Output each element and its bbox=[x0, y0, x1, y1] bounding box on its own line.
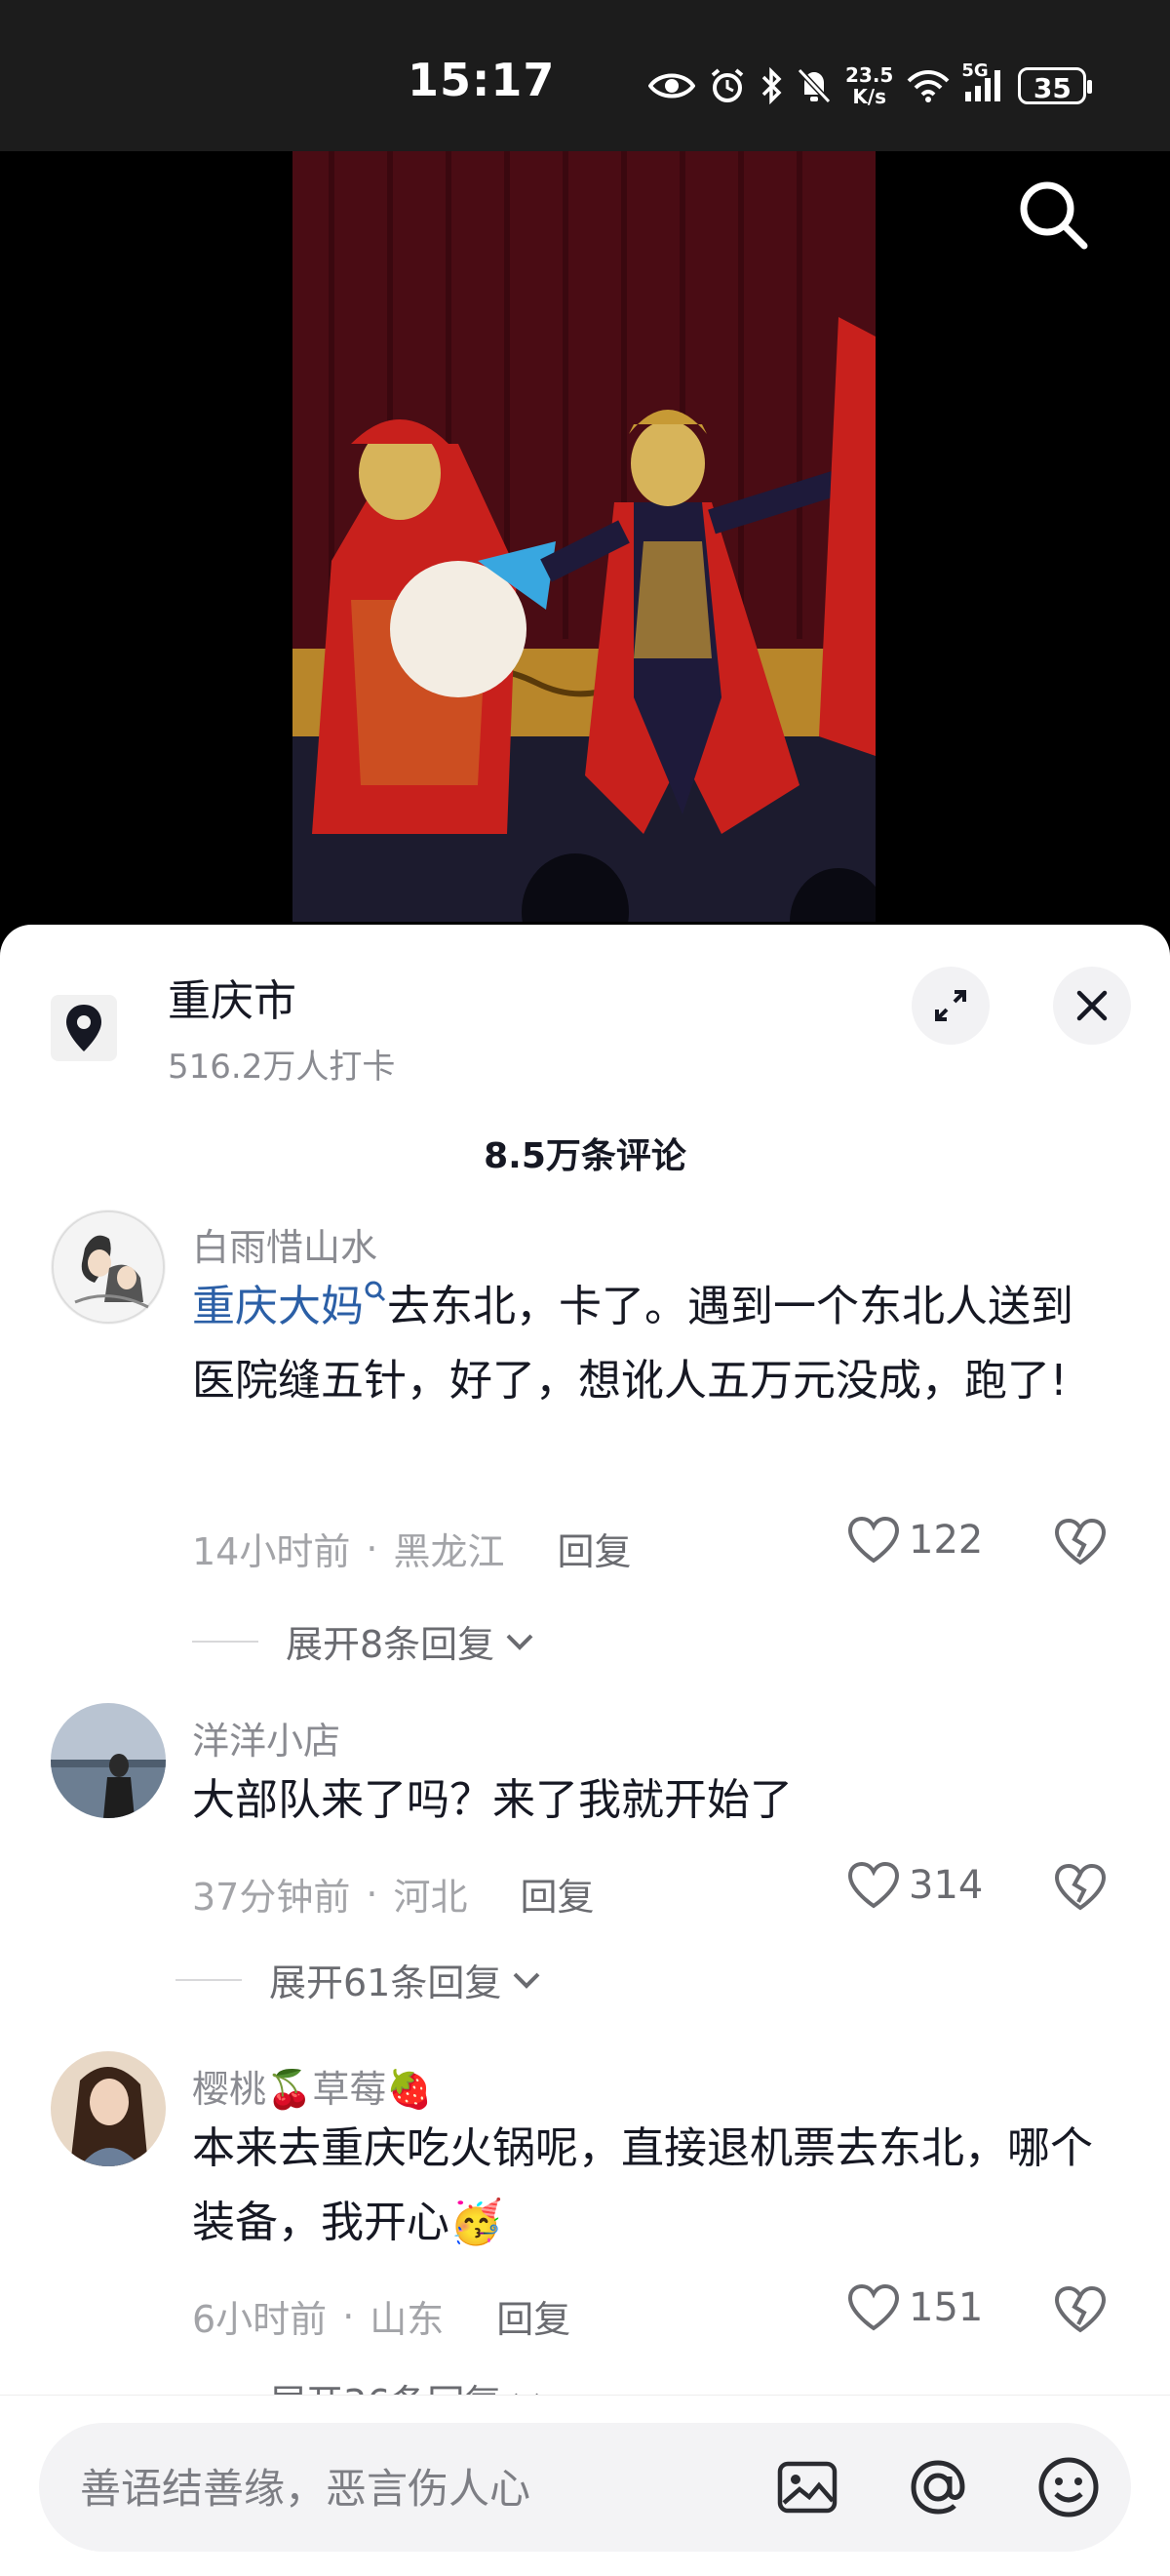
like-button[interactable]: 122 bbox=[846, 1516, 983, 1565]
battery-icon: 35 bbox=[1018, 67, 1093, 104]
image-button[interactable] bbox=[772, 2452, 842, 2522]
at-icon bbox=[911, 2460, 965, 2515]
search-icon bbox=[365, 1281, 386, 1302]
avatar-image bbox=[51, 1209, 166, 1325]
expand-replies-label: 展开61条回复 bbox=[269, 1962, 502, 2004]
comment-input-bar bbox=[0, 2395, 1170, 2576]
comment-meta: 14小时前 · 黑龙江 回复 bbox=[192, 1522, 631, 1575]
search-icon bbox=[1020, 181, 1088, 250]
mute-icon bbox=[797, 67, 832, 104]
comment-text: 本来去重庆吃火锅呢，直接退机票去东北，哪个装备，我开心🥳 bbox=[192, 2123, 1093, 2247]
avatar-image bbox=[51, 2051, 166, 2166]
reply-button[interactable]: 回复 bbox=[520, 1867, 594, 1921]
video-thumbnail bbox=[292, 151, 876, 922]
search-button[interactable] bbox=[1014, 176, 1092, 258]
expand-replies[interactable]: 展开8条回复 bbox=[192, 1614, 539, 1668]
network-type: 5G bbox=[961, 60, 989, 81]
separator: · bbox=[366, 1526, 378, 1570]
like-count: 314 bbox=[909, 1863, 984, 1908]
comment-region: 山东 bbox=[370, 2298, 445, 2341]
close-panel-button[interactable] bbox=[1053, 967, 1131, 1045]
dislike-button[interactable] bbox=[1053, 1863, 1108, 1916]
close-icon bbox=[1076, 990, 1108, 1021]
comment-text: 重庆大妈 去东北，卡了。遇到一个东北人送到医院缝五针，好了，想讹人五万元没成，跑了… bbox=[192, 1270, 1099, 1418]
status-time: 15:17 bbox=[408, 54, 556, 106]
video-player[interactable] bbox=[0, 151, 1170, 931]
dislike-button[interactable] bbox=[1053, 1518, 1108, 1570]
comment-input-container[interactable] bbox=[39, 2423, 1131, 2554]
heart-icon bbox=[847, 1516, 900, 1564]
net-speed-value: 23.5 bbox=[845, 63, 894, 87]
comment-meta: 6小时前 · 山东 回复 bbox=[192, 2289, 570, 2343]
comment-region: 黑龙江 bbox=[393, 1530, 505, 1573]
chevron-down-icon bbox=[506, 1634, 533, 1650]
reply-button[interactable]: 回复 bbox=[557, 1522, 631, 1575]
expand-replies-label: 展开8条回复 bbox=[286, 1623, 495, 1666]
net-speed: 23.5 K/s bbox=[845, 64, 893, 107]
separator: · bbox=[366, 1872, 378, 1916]
comment-username[interactable]: 白雨惜山水 bbox=[192, 1217, 377, 1271]
signal-group: 5G bbox=[961, 60, 1004, 103]
comment-input[interactable] bbox=[78, 2423, 764, 2554]
image-icon bbox=[777, 2461, 838, 2514]
reply-button[interactable]: 回复 bbox=[496, 2289, 570, 2343]
bluetooth-icon bbox=[761, 67, 782, 104]
like-button[interactable]: 151 bbox=[846, 2283, 983, 2332]
emoji-button[interactable] bbox=[1034, 2452, 1104, 2522]
heart-icon bbox=[847, 2283, 900, 2331]
location-name[interactable]: 重庆市 bbox=[168, 966, 296, 1028]
location-pin[interactable] bbox=[51, 995, 117, 1061]
location-pin-icon bbox=[66, 1005, 101, 1051]
expand-replies[interactable]: 展开61条回复 bbox=[176, 1953, 546, 2006]
separator: · bbox=[342, 2294, 355, 2338]
wifi-icon bbox=[907, 70, 950, 102]
alarm-icon bbox=[711, 68, 744, 102]
video-frame[interactable] bbox=[292, 151, 876, 922]
status-bar: 15:17 23.5 K/s 5G 35 bbox=[0, 0, 1170, 151]
comment-region: 河北 bbox=[393, 1876, 468, 1919]
comment-time: 14小时前 bbox=[192, 1530, 351, 1573]
net-speed-unit: K/s bbox=[852, 85, 887, 108]
broken-heart-icon bbox=[1054, 1863, 1107, 1911]
mention-button[interactable] bbox=[903, 2452, 973, 2522]
comment-time: 37分钟前 bbox=[192, 1876, 351, 1919]
comments-count: 8.5万条评论 bbox=[484, 1136, 686, 1176]
comment-username[interactable]: 樱桃🍒草莓🍓 bbox=[192, 2059, 433, 2113]
comment-text: 大部队来了吗？来了我就开始了 bbox=[192, 1775, 793, 1825]
comment-meta: 37分钟前 · 河北 回复 bbox=[192, 1867, 594, 1921]
location-checkins: 516.2万人打卡 bbox=[168, 1048, 396, 1087]
broken-heart-icon bbox=[1054, 1518, 1107, 1565]
heart-icon bbox=[847, 1861, 900, 1909]
divider bbox=[192, 1640, 258, 1643]
comment-time: 6小时前 bbox=[192, 2298, 328, 2341]
like-count: 122 bbox=[909, 1518, 984, 1563]
comment-panel: 重庆市 516.2万人打卡 8.5万条评论 白雨惜山水 重庆大妈 去东北，卡了。遇… bbox=[0, 925, 1170, 2575]
broken-heart-icon bbox=[1054, 2285, 1107, 2333]
eye-icon bbox=[648, 73, 695, 99]
divider bbox=[176, 1978, 242, 1981]
avatar[interactable] bbox=[51, 2051, 166, 2166]
like-count: 151 bbox=[909, 2285, 984, 2330]
expand-panel-button[interactable] bbox=[912, 967, 990, 1045]
mention-link[interactable]: 重庆大妈 bbox=[192, 1282, 364, 1331]
expand-icon bbox=[935, 990, 966, 1021]
status-icons: 23.5 K/s 5G 35 bbox=[648, 57, 1093, 115]
avatar[interactable] bbox=[51, 1703, 166, 1818]
comment-username[interactable]: 洋洋小店 bbox=[192, 1711, 340, 1764]
dislike-button[interactable] bbox=[1053, 2285, 1108, 2338]
avatar-image bbox=[51, 1703, 166, 1818]
like-button[interactable]: 314 bbox=[846, 1861, 983, 1910]
avatar[interactable] bbox=[51, 1209, 166, 1325]
chevron-down-icon bbox=[513, 1972, 540, 1989]
emoji-icon bbox=[1038, 2457, 1099, 2517]
